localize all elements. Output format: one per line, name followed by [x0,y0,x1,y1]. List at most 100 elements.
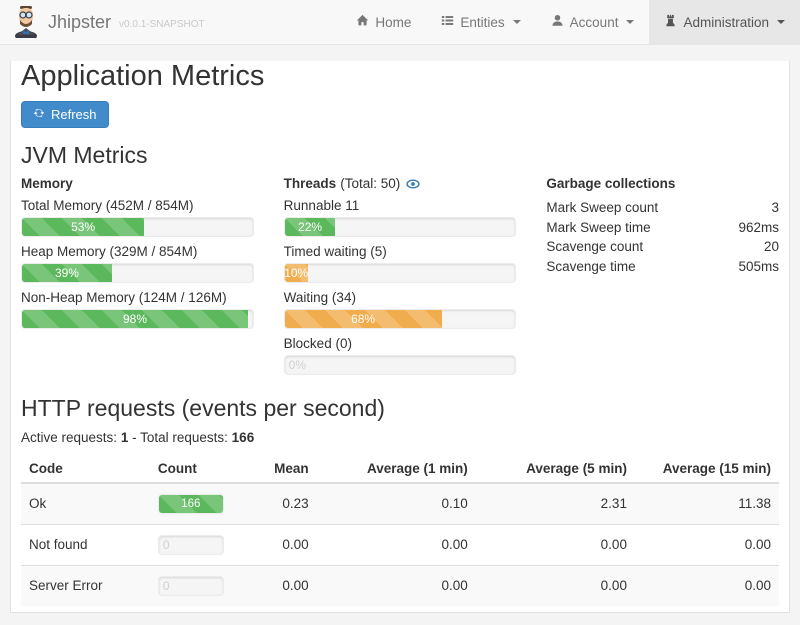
tower-icon [664,14,677,30]
gc-heading-label: Garbage collections [546,176,675,191]
count-value: 0 [163,538,170,552]
table-row: Ok 166 0.230.102.3111.38 [21,483,779,525]
progress-track: 22% [284,217,517,237]
metric: Total Memory (452M / 854M) 53% [21,198,254,237]
main-container: Application Metrics Refresh JVM Metrics … [10,61,790,613]
gc-label: Mark Sweep count [546,198,658,218]
list-icon [441,14,454,30]
column-header: Mean [248,455,316,483]
mean-cell: 0.00 [248,524,316,565]
progress-percent-label: 10% [284,266,308,280]
progress-percent-label: 22% [298,220,322,234]
jvm-metrics-row: Memory Total Memory (452M / 854M)53%Heap… [21,176,779,375]
count-value: 166 [181,498,200,510]
progress-track: 0% [284,355,517,375]
code-cell: Not found [21,524,150,565]
gc-label: Mark Sweep time [546,218,650,238]
home-icon [356,14,369,30]
progress-percent-label: 0% [289,358,306,372]
progress-fill: 39% [22,264,112,282]
mean-cell: 0.00 [248,565,316,606]
progress-track: 68% [284,309,517,329]
mean-cell: 0.23 [248,483,316,525]
metric-label: Non-Heap Memory (124M / 126M) [21,290,254,305]
threads-heading-label: Threads [284,176,337,191]
chevron-down-icon [626,20,634,24]
nav-item-account[interactable]: Account [536,0,650,44]
progress-track: 39% [21,263,254,283]
eye-icon[interactable] [406,177,420,191]
avg5-cell: 0.00 [476,565,635,606]
memory-column: Memory Total Memory (452M / 854M)53%Heap… [21,176,254,375]
table-body: Ok1660.230.102.3111.38Not found00.000.00… [21,483,779,606]
jhipster-avatar-icon [12,4,40,41]
avg5-cell: 2.31 [476,483,635,525]
threads-heading: Threads (Total: 50) [284,176,517,191]
metric-label: Total Memory (452M / 854M) [21,198,254,213]
threads-bars: Runnable 1122% Timed waiting (5)10% Waitin… [284,198,517,375]
progress-track: 53% [21,217,254,237]
count-bar-track: 0 [158,576,224,596]
nav-item-label: Home [375,15,411,30]
count-cell: 0 [150,565,249,606]
gc-value: 505ms [738,257,779,277]
user-icon [551,14,564,30]
metric-label: Waiting (34) [284,290,517,305]
chevron-down-icon [777,20,785,24]
table-header-row: CodeCountMeanAverage (1 min)Average (5 m… [21,455,779,483]
progress-fill: 98% [22,310,248,328]
gc-rows: Mark Sweep count3Mark Sweep time962msSca… [546,198,779,276]
gc-value: 20 [764,237,779,257]
nav-item-administration[interactable]: Administration [649,0,800,44]
code-cell: Ok [21,483,150,525]
nav-item-label: Entities [460,15,504,30]
gc-value: 3 [772,198,780,218]
garbage-collections-column: Garbage collections Mark Sweep count3Mar… [546,176,779,375]
avg1-cell: 0.10 [317,483,476,525]
progress-percent-label: 68% [351,312,375,326]
column-header: Count [150,455,249,483]
nav-menu: Home Entities Account Administration [341,0,800,44]
active-requests-value: 1 [121,430,129,445]
gc-row: Mark Sweep count 3 [546,198,779,218]
table-row: Not found00.000.000.000.00 [21,524,779,565]
avg15-cell: 0.00 [635,565,779,606]
column-header: Code [21,455,150,483]
gc-value: 962ms [738,218,779,238]
nav-item-label: Administration [683,15,769,30]
count-cell: 166 [150,483,249,525]
column-header: Average (15 min) [635,455,779,483]
avg15-cell: 11.38 [635,483,779,525]
threads-total-label: (Total: 50) [340,176,400,191]
metric: Waiting (34) 68% [284,290,517,329]
progress-fill: 68% [285,310,442,328]
metric: Non-Heap Memory (124M / 126M) 98% [21,290,254,329]
chevron-down-icon [513,20,521,24]
avg15-cell: 0.00 [635,524,779,565]
requests-summary: Active requests: 1 - Total requests: 166 [21,430,779,445]
gc-row: Scavenge time505ms [546,257,779,277]
code-cell: Server Error [21,565,150,606]
metric: Runnable 1122% [284,198,517,237]
http-requests-table: CodeCountMeanAverage (1 min)Average (5 m… [21,455,779,606]
memory-bars: Total Memory (452M / 854M)53%Heap Memory… [21,198,254,329]
progress-percent-label: 39% [55,266,79,280]
gc-row: Scavenge count 20 [546,237,779,257]
metric: Timed waiting (5)10% [284,244,517,283]
count-bar-track: 166 [158,494,224,514]
progress-percent-label: 98% [123,312,147,326]
refresh-icon [33,107,45,122]
refresh-button[interactable]: Refresh [21,101,109,128]
navbar-brand[interactable]: Jhipster v0.0.1-SNAPSHOT [0,0,217,44]
gc-label: Scavenge count [546,237,643,257]
progress-percent-label: 53% [71,220,95,234]
nav-item-home[interactable]: Home [341,0,426,44]
nav-item-entities[interactable]: Entities [426,0,535,44]
progress-fill: 22% [285,218,336,236]
avg1-cell: 0.00 [317,565,476,606]
progress-track: 10% [284,263,517,283]
column-header: Average (1 min) [317,455,476,483]
total-requests-label: Total requests: [140,430,228,445]
progress-track: 98% [21,309,254,329]
column-header: Average (5 min) [476,455,635,483]
